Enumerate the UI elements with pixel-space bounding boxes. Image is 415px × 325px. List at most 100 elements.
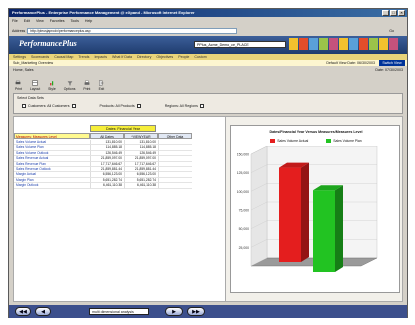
options-tool[interactable]: Options xyxy=(63,80,76,91)
view-name: Sub_Marketing Overview xyxy=(13,61,54,65)
exit-label: Exit xyxy=(98,87,105,91)
menu-tools[interactable]: Tools xyxy=(71,18,79,25)
address-label: Address xyxy=(12,28,26,33)
default-view-date: Default View Date: 06/30/2003 xyxy=(326,61,375,65)
options-label: Options xyxy=(63,87,76,91)
products-label: Products: All Products xyxy=(99,104,135,108)
next-button[interactable]: ▶ xyxy=(165,307,183,316)
row-label[interactable]: Margin Outlook xyxy=(14,183,90,189)
previous-button[interactable]: ◀ xyxy=(35,307,51,316)
chart-title: Dates/Financial Year Versus Measures/Mea… xyxy=(269,130,363,134)
layout-label: Layout xyxy=(29,87,41,91)
selector-row: Customers: All Customers Products: All P… xyxy=(22,104,204,108)
first-button[interactable]: ◀◀ xyxy=(15,307,31,316)
legend-item-plan: Sales Volume Plan xyxy=(326,139,362,143)
customers-selector[interactable]: Customers: All Customers xyxy=(22,104,76,108)
menu-file[interactable]: File xyxy=(12,18,18,25)
dates-group-header[interactable]: Dates: Financial Year xyxy=(90,125,156,132)
printer-label: Print xyxy=(83,87,91,91)
menu-edit[interactable]: Edit xyxy=(24,18,30,25)
window-title: PerformancePlus - Enterprise Performance… xyxy=(12,10,195,15)
style-label: Style xyxy=(48,87,56,91)
selectors-heading: Select Data Sets xyxy=(17,96,44,100)
chart-panel: Dates/Financial Year Versus Measures/Mea… xyxy=(230,125,400,293)
column-header[interactable]: *VIEWYEAR xyxy=(124,133,158,139)
data-table: Dates: Financial Year Measures: Measures… xyxy=(14,117,226,301)
browser-window: PerformancePlus - Enterprise Performance… xyxy=(8,8,408,318)
cell-value: 6,461,110.38 xyxy=(90,183,124,189)
close-button[interactable]: × xyxy=(398,10,405,16)
menu-help[interactable]: Help xyxy=(85,18,92,25)
sub-bar: Sub_Marketing Overview Default View Date… xyxy=(9,60,407,66)
legend-swatch-actual xyxy=(270,139,276,143)
menu-view[interactable]: View xyxy=(36,18,44,25)
minimize-button[interactable]: _ xyxy=(382,10,389,16)
measures-header[interactable]: Measures: Measures Level xyxy=(14,133,90,139)
cell-value: 6,461,110.38 xyxy=(124,183,158,189)
banner-decoration xyxy=(289,38,398,50)
maximize-button[interactable]: □ xyxy=(390,10,397,16)
bar-chart[interactable]: 150,000 125,000 100,000 75,000 50,000 25,000 xyxy=(231,146,401,292)
bar-side-actual xyxy=(301,162,309,262)
analysis-panel: Dates: Financial Year Measures: Measures… xyxy=(13,116,403,302)
menu-favorites[interactable]: Favorites xyxy=(50,18,65,25)
print-tool[interactable]: Print xyxy=(15,80,22,91)
exit-icon xyxy=(99,80,104,86)
toolbar: Print Layout Style Options Print Exit xyxy=(9,74,407,91)
app-banner: PerformancePlus PPlus_Acme_Demo_ce_PLACE xyxy=(9,36,407,54)
menu-bar: File Edit View Favorites Tools Help xyxy=(9,18,407,25)
view-selector[interactable]: multi dimensional analysis xyxy=(89,308,149,315)
table-row: Margin Outlook 6,461,110.38 6,461,110.38 xyxy=(14,183,192,189)
table-header-row: Measures: Measures Level All Dates *VIEW… xyxy=(14,133,192,139)
style-icon xyxy=(50,81,54,86)
dropdown-icon xyxy=(22,104,26,108)
data-set-selectors: Select Data Sets Customers: All Customer… xyxy=(13,93,403,114)
column-header[interactable]: All Dates xyxy=(90,133,124,139)
y-tick-label: 75,000 xyxy=(239,209,249,213)
y-tick-label: 125,000 xyxy=(237,171,249,175)
options-icon xyxy=(67,81,72,86)
dropdown-icon xyxy=(199,104,204,108)
breadcrumb-row: Home, Sales Date: 07/30/2003 xyxy=(9,67,407,73)
layout-icon xyxy=(32,80,38,86)
regions-label: Regions: All Regions xyxy=(164,104,198,108)
y-tick-label: 25,000 xyxy=(239,246,249,250)
dropdown-icon xyxy=(136,104,141,108)
legend-item-actual: Sales Volume Actual xyxy=(270,139,308,143)
column-header[interactable]: Other Data xyxy=(158,133,192,139)
switch-view-button[interactable]: Switch View xyxy=(379,60,405,66)
dropdown-icon xyxy=(71,104,76,108)
table-body: Sales Volume Actual 131,810.00 131,810.00 … xyxy=(14,140,192,189)
legend-label-actual: Sales Volume Actual xyxy=(277,139,309,143)
printer-icon xyxy=(84,80,90,85)
current-date: Date: 07/30/2003 xyxy=(375,68,403,72)
print-icon xyxy=(16,80,21,85)
app-logo: PerformancePlus xyxy=(19,39,77,48)
bar-side-plan xyxy=(335,185,343,272)
breadcrumb[interactable]: Home, Sales xyxy=(13,68,34,72)
legend-swatch-plan xyxy=(326,139,332,143)
y-tick-label: 100,000 xyxy=(237,190,249,194)
y-tick-label: 150,000 xyxy=(237,153,249,157)
style-tool[interactable]: Style xyxy=(48,80,56,91)
legend-label-plan: Sales Volume Plan xyxy=(333,139,362,143)
regions-selector[interactable]: Regions: All Regions xyxy=(165,104,204,108)
page-selector[interactable]: PPlus_Acme_Demo_ce_PLACE xyxy=(194,41,286,48)
print-label: Print xyxy=(15,87,22,91)
bottom-bar: ◀◀ ◀ multi dimensional analysis ▶ ▶▶ xyxy=(9,305,407,318)
y-tick-label: 50,000 xyxy=(239,227,249,231)
bar-front-plan xyxy=(313,190,335,272)
cell-value xyxy=(158,183,192,189)
layout-tool[interactable]: Layout xyxy=(30,80,40,91)
customers-label: Customers: All Customers xyxy=(28,104,70,108)
last-button[interactable]: ▶▶ xyxy=(187,307,205,316)
address-bar: Address http://pleusjaprodx/performancep… xyxy=(9,26,407,35)
exit-tool[interactable]: Exit xyxy=(98,80,104,91)
window-controls: _ □ × xyxy=(382,10,405,16)
address-input[interactable]: http://pleusjaprodx/performanceplus.asp xyxy=(27,27,238,34)
go-button[interactable]: Go xyxy=(389,29,394,33)
bar-front-actual xyxy=(279,167,301,262)
printer-tool[interactable]: Print xyxy=(83,80,90,91)
chart-legend: Sales Volume Actual Sales Volume Plan xyxy=(231,139,401,143)
products-selector[interactable]: Products: All Products xyxy=(100,104,141,108)
